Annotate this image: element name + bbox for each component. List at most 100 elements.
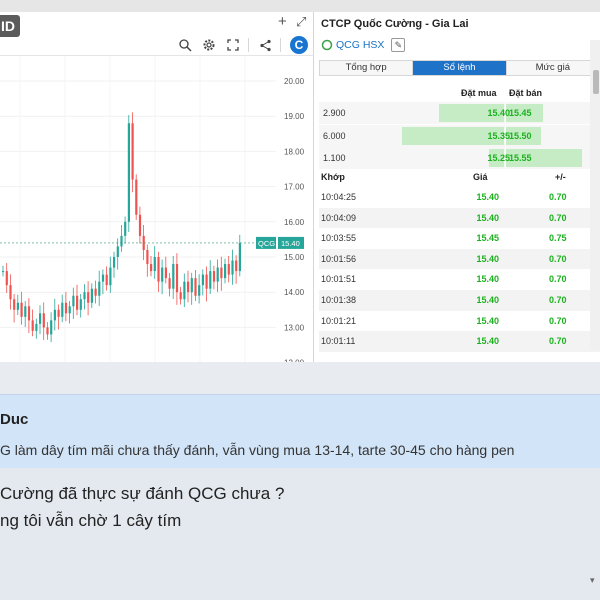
refresh-icon[interactable]: [321, 39, 333, 51]
match-row[interactable]: 10:04:09 15.40 0.70: [319, 207, 600, 229]
ask-price[interactable]: 15.45: [509, 108, 532, 118]
add-icon[interactable]: +: [278, 13, 287, 31]
candle-body: [183, 281, 186, 300]
candle-body: [212, 271, 216, 282]
candle-body: [42, 313, 45, 328]
ask-price[interactable]: 15.55: [509, 153, 532, 163]
candlestick-chart[interactable]: 20.00 19.00 18.00 17.00 16.00 15.00 14.00 13.00…: [0, 56, 314, 362]
match-time: 10:04:25: [321, 192, 357, 202]
match-price: 15.40: [476, 212, 499, 223]
candle-body: [13, 299, 16, 310]
candle-body: [57, 309, 60, 317]
candle-body: [87, 292, 90, 303]
order-panel: CTCP Quốc Cường - Gia Lai QCG HSX ✎ Tổng…: [314, 12, 600, 362]
stock-name: CTCP Quốc Cường - Gia Lai: [321, 18, 469, 30]
ask-price[interactable]: 15.50: [509, 131, 532, 141]
order-book-row[interactable]: 1.100 15.25 15.55: [319, 147, 600, 169]
order-tabs: Tổng hợp Sổ lệnh Mức giá: [319, 60, 600, 76]
candle-body: [39, 313, 42, 324]
bid-price[interactable]: 15.25: [470, 153, 510, 163]
book-volume: 1.100: [323, 153, 346, 163]
candle-body: [168, 278, 171, 289]
stock-code[interactable]: QCG HSX: [336, 39, 384, 51]
y-tick-label: 19.00: [284, 112, 305, 121]
candle-body: [68, 306, 71, 314]
candle-body: [216, 267, 219, 282]
quoted-comment: Duc G làm dây tím mãi chưa thấy đánh, vẫ…: [0, 394, 600, 468]
ask-header: Đặt bán: [509, 88, 543, 98]
match-time: 10:01:21: [321, 315, 357, 326]
brand-logo-icon[interactable]: C: [290, 36, 308, 54]
reply-line: Cường đã thực sự đánh QCG chưa ?: [0, 484, 285, 503]
match-row[interactable]: 10:01:56 15.40 0.70: [319, 248, 600, 270]
candle-body: [146, 249, 149, 265]
fullscreen-icon[interactable]: [224, 36, 242, 54]
match-price: 15.40: [476, 295, 499, 305]
candle-body: [98, 281, 101, 296]
match-row[interactable]: 10:01:11 15.40 0.70: [319, 331, 600, 352]
match-time: 10:01:51: [321, 274, 357, 285]
match-price: 15.40: [476, 336, 499, 347]
y-tick-label: 16.00: [284, 218, 305, 227]
candle-body: [105, 274, 108, 286]
match-time: 10:01:56: [321, 253, 357, 264]
chart-toolbar: C: [0, 34, 314, 56]
match-time: 10:03:55: [321, 233, 357, 244]
candle-body: [50, 320, 53, 335]
match-price: 15.45: [476, 233, 499, 244]
y-tick-label: 14.00: [284, 288, 305, 297]
candle-body: [116, 246, 119, 257]
candle-body: [235, 260, 238, 272]
match-row[interactable]: 10:01:21 15.40 0.70: [319, 311, 600, 332]
bid-price[interactable]: 15.35: [470, 131, 510, 141]
scrollbar-thumb[interactable]: [593, 70, 599, 94]
match-time: 10:01:11: [321, 336, 356, 347]
expand-icon[interactable]: ⤢: [296, 13, 306, 31]
match-change: 0.70: [549, 253, 567, 264]
match-row[interactable]: 10:01:38 15.40 0.70: [319, 290, 600, 311]
book-volume: 6.000: [323, 130, 346, 141]
candle-body: [138, 214, 142, 236]
user-badge: ID: [0, 15, 20, 37]
y-tick-label: 17.00: [284, 183, 305, 192]
candle-body: [24, 306, 27, 317]
top-strip: [0, 0, 600, 12]
match-row[interactable]: 10:04:25 15.40 0.70: [319, 187, 600, 208]
match-time: 10:01:38: [321, 295, 357, 305]
y-tick-label: 13.00: [284, 323, 305, 332]
match-price: 15.40: [476, 192, 499, 202]
bid-header: Đặt mua: [461, 88, 497, 98]
candle-body: [27, 306, 31, 321]
gear-icon[interactable]: [200, 36, 218, 54]
bid-price[interactable]: 15.40: [470, 108, 510, 118]
match-row[interactable]: 10:01:51 15.40 0.70: [319, 269, 600, 290]
stock-code-row: QCG HSX ✎: [321, 37, 406, 53]
candle-body: [131, 123, 134, 180]
share-icon[interactable]: [256, 36, 274, 54]
price-tag-value: 15.40: [281, 239, 300, 248]
toolbar-divider: [248, 38, 249, 52]
comment-author[interactable]: Duc: [0, 411, 28, 428]
candle-body: [79, 299, 82, 310]
order-book-row[interactable]: 2.900 15.40 15.45: [319, 102, 600, 124]
candle-body: [90, 288, 93, 303]
tab-muc-gia[interactable]: Mức giá: [506, 61, 599, 75]
scroll-down-icon[interactable]: ▾: [590, 575, 600, 595]
match-price: 15.40: [476, 253, 499, 264]
candle-body: [72, 295, 75, 307]
match-change: 0.70: [549, 212, 567, 223]
comment-text: G làm dây tím mãi chưa thấy đánh, vẫn vù…: [0, 442, 515, 458]
candle-body: [127, 123, 130, 222]
candle-body: [150, 264, 153, 272]
match-price: 15.40: [476, 315, 499, 326]
candle-body: [153, 257, 156, 272]
zoom-icon[interactable]: [176, 36, 194, 54]
tab-tong-hop[interactable]: Tổng hợp: [320, 61, 414, 75]
tab-so-lenh[interactable]: Sổ lệnh: [413, 61, 507, 75]
candle-body: [64, 302, 68, 314]
match-row[interactable]: 10:03:55 15.45 0.75: [319, 228, 600, 249]
order-book-row[interactable]: 6.000 15.35 15.50: [319, 124, 600, 147]
candle-body: [224, 264, 227, 279]
edit-icon[interactable]: ✎: [391, 38, 406, 52]
match-change: 0.70: [549, 336, 567, 347]
